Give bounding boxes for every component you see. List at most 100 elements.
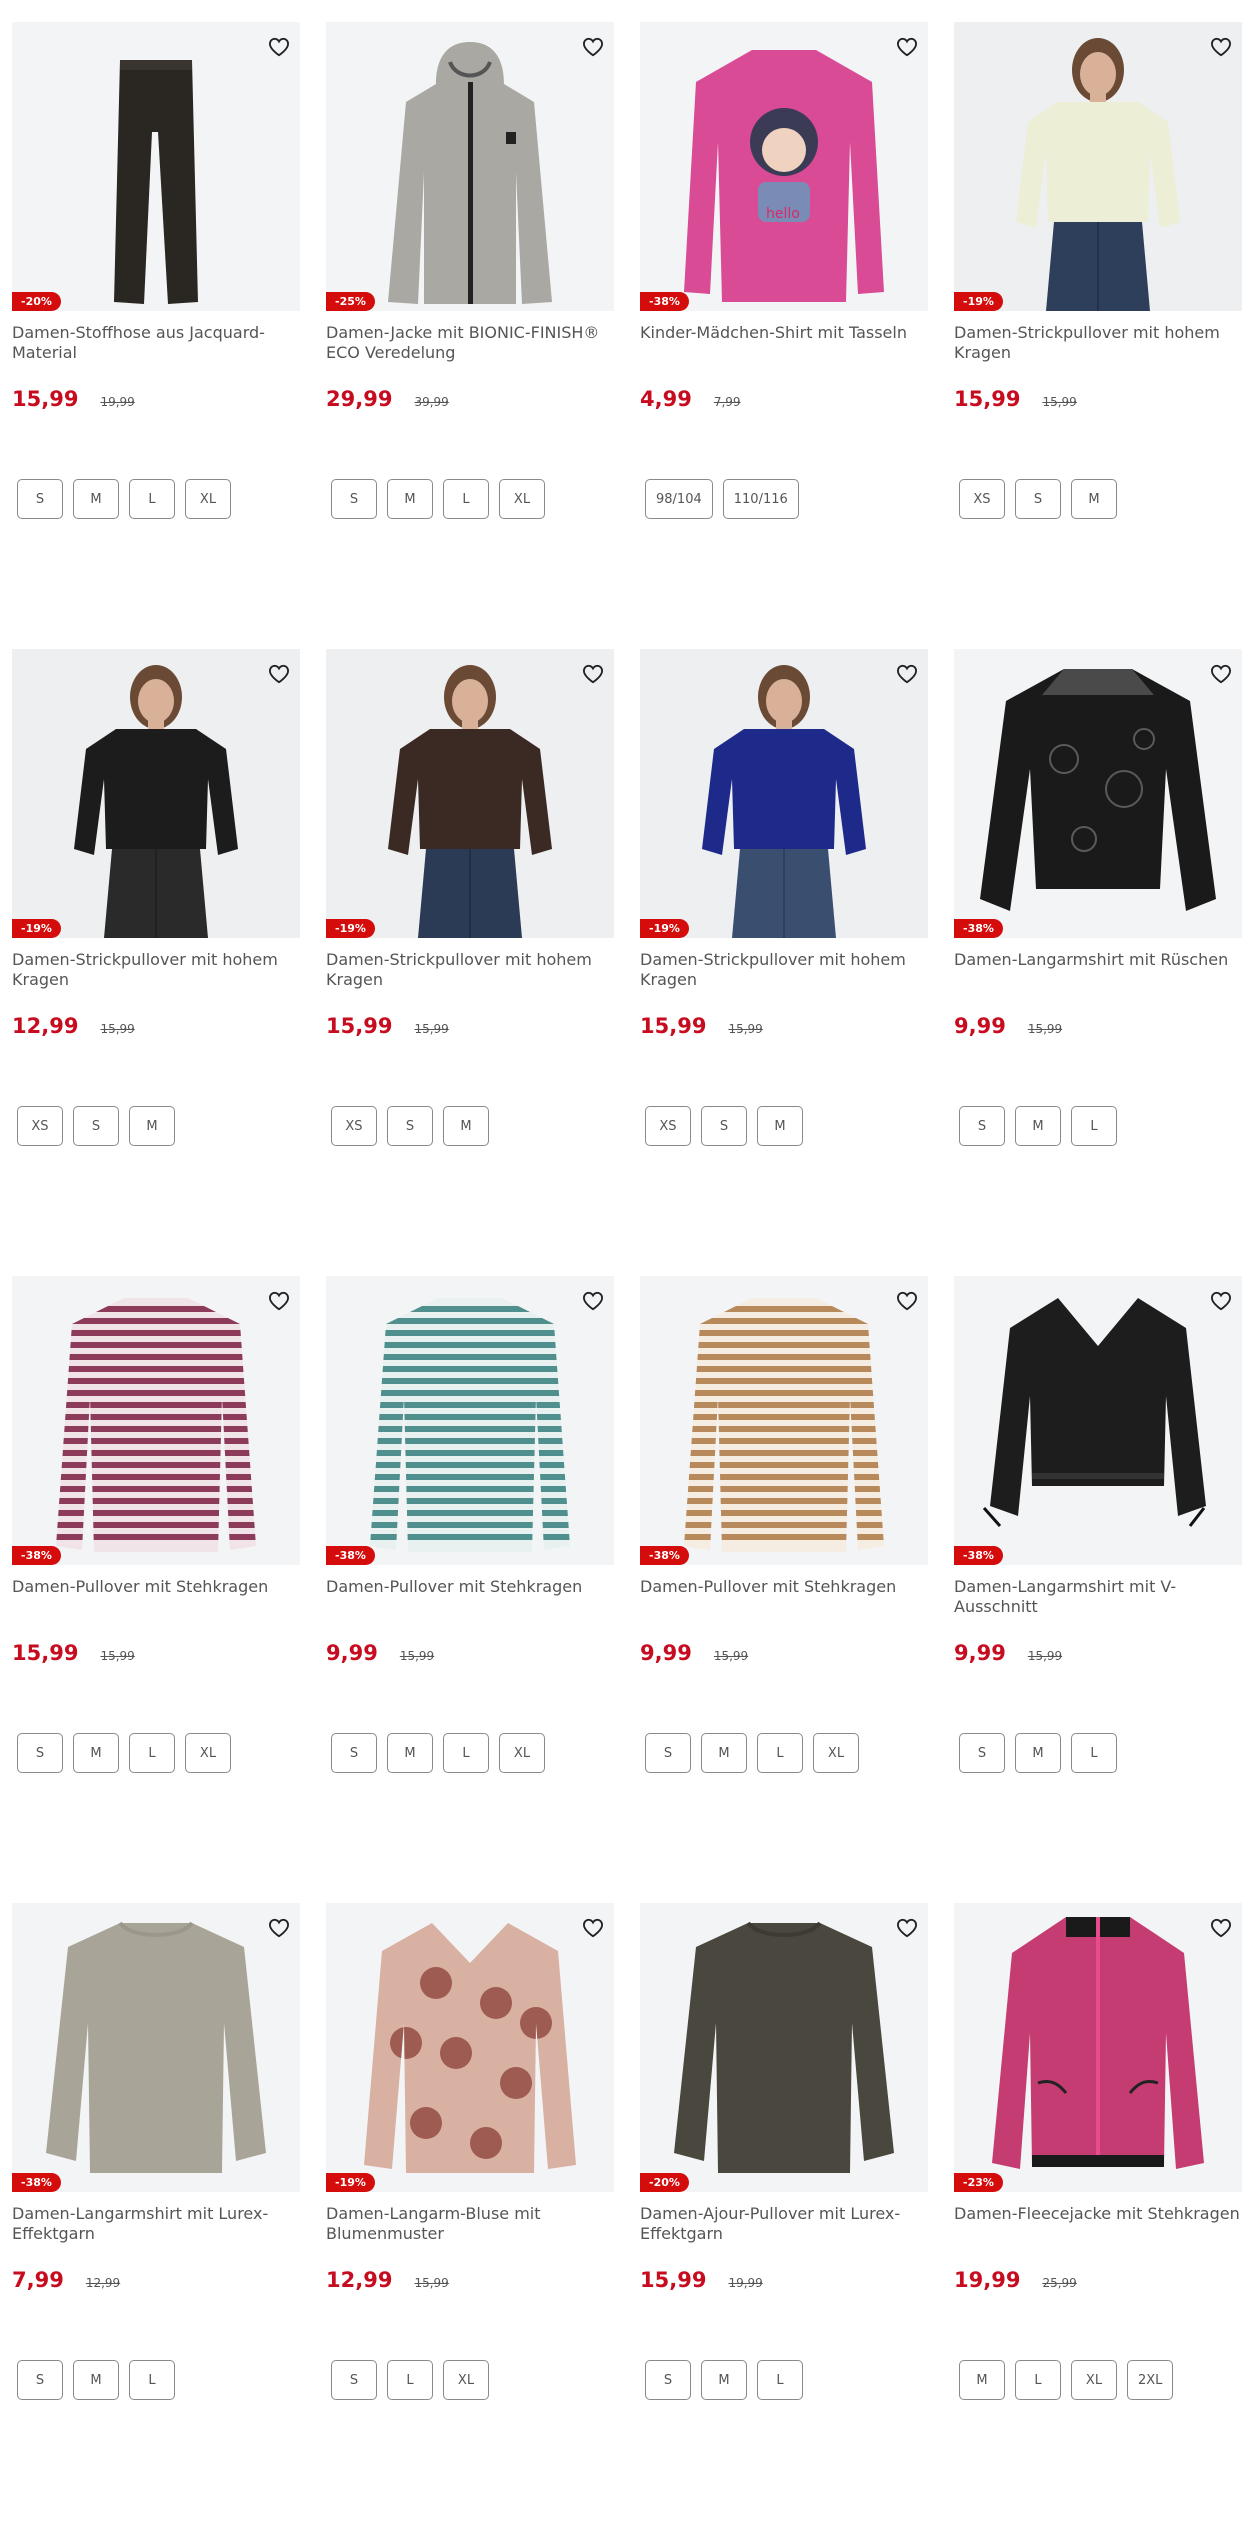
- product-card[interactable]: hello -38% Kinder-Mädchen-Shirt mit Tass…: [640, 22, 928, 649]
- product-image[interactable]: -19%: [12, 649, 300, 938]
- size-option[interactable]: XL: [1071, 2360, 1117, 2400]
- size-option[interactable]: M: [73, 479, 119, 519]
- product-title[interactable]: Damen-Stoffhose aus Jacquard-Material: [12, 323, 300, 383]
- heart-icon[interactable]: [580, 34, 606, 60]
- size-option[interactable]: S: [959, 1733, 1005, 1773]
- product-card[interactable]: -25% Damen-Jacke mit BIONIC-FINISH® ECO …: [326, 22, 614, 649]
- product-title[interactable]: Damen-Strickpullover mit hohem Kragen: [12, 950, 300, 1010]
- size-option[interactable]: L: [757, 1733, 803, 1773]
- product-image[interactable]: -19%: [954, 22, 1242, 311]
- size-option[interactable]: XL: [185, 1733, 231, 1773]
- size-option[interactable]: M: [701, 2360, 747, 2400]
- size-option[interactable]: L: [757, 2360, 803, 2400]
- heart-icon[interactable]: [266, 1915, 292, 1941]
- product-image[interactable]: -25%: [326, 22, 614, 311]
- size-option[interactable]: S: [387, 1106, 433, 1146]
- product-image[interactable]: -19%: [326, 649, 614, 938]
- size-option[interactable]: S: [73, 1106, 119, 1146]
- size-option[interactable]: S: [331, 2360, 377, 2400]
- product-image[interactable]: -20%: [12, 22, 300, 311]
- size-option[interactable]: M: [1071, 479, 1117, 519]
- size-option[interactable]: S: [1015, 479, 1061, 519]
- heart-icon[interactable]: [580, 1915, 606, 1941]
- size-option[interactable]: XL: [499, 1733, 545, 1773]
- size-option[interactable]: S: [331, 1733, 377, 1773]
- size-option[interactable]: L: [129, 2360, 175, 2400]
- product-card[interactable]: -20% Damen-Ajour-Pullover mit Lurex-Effe…: [640, 1903, 928, 2530]
- product-card[interactable]: -19% Damen-Strickpullover mit hohem Krag…: [954, 22, 1242, 649]
- heart-icon[interactable]: [894, 34, 920, 60]
- size-option[interactable]: M: [757, 1106, 803, 1146]
- product-card[interactable]: -19% Damen-Strickpullover mit hohem Krag…: [12, 649, 300, 1276]
- heart-icon[interactable]: [894, 1915, 920, 1941]
- size-option[interactable]: L: [443, 1733, 489, 1773]
- size-option[interactable]: XL: [443, 2360, 489, 2400]
- heart-icon[interactable]: [580, 661, 606, 687]
- heart-icon[interactable]: [266, 661, 292, 687]
- heart-icon[interactable]: [266, 1288, 292, 1314]
- product-card[interactable]: -19% Damen-Langarm-Bluse mit Blumenmuste…: [326, 1903, 614, 2530]
- product-card[interactable]: -38% Damen-Pullover mit Stehkragen 9,99 …: [640, 1276, 928, 1903]
- product-card[interactable]: -38% Damen-Langarmshirt mit Rüschen 9,99…: [954, 649, 1242, 1276]
- heart-icon[interactable]: [1208, 34, 1234, 60]
- size-option[interactable]: L: [387, 2360, 433, 2400]
- size-option[interactable]: S: [701, 1106, 747, 1146]
- size-option[interactable]: M: [73, 1733, 119, 1773]
- product-title[interactable]: Damen-Langarmshirt mit Rüschen: [954, 950, 1242, 1010]
- product-title[interactable]: Damen-Langarm-Bluse mit Blumenmuster: [326, 2204, 614, 2264]
- product-title[interactable]: Kinder-Mädchen-Shirt mit Tasseln: [640, 323, 928, 383]
- product-card[interactable]: -23% Damen-Fleecejacke mit Stehkragen 19…: [954, 1903, 1242, 2530]
- size-option[interactable]: S: [17, 479, 63, 519]
- product-image[interactable]: -38%: [640, 1276, 928, 1565]
- size-option[interactable]: L: [1071, 1106, 1117, 1146]
- size-option[interactable]: L: [129, 479, 175, 519]
- size-option[interactable]: L: [1071, 1733, 1117, 1773]
- size-option[interactable]: XL: [185, 479, 231, 519]
- size-option[interactable]: 2XL: [1127, 2360, 1174, 2400]
- size-option[interactable]: XS: [17, 1106, 63, 1146]
- size-option[interactable]: 98/104: [645, 479, 713, 519]
- size-option[interactable]: S: [959, 1106, 1005, 1146]
- product-title[interactable]: Damen-Pullover mit Stehkragen: [326, 1577, 614, 1637]
- size-option[interactable]: 110/116: [722, 479, 799, 519]
- product-card[interactable]: -38% Damen-Langarmshirt mit V-Ausschnitt…: [954, 1276, 1242, 1903]
- size-option[interactable]: M: [73, 2360, 119, 2400]
- size-option[interactable]: M: [1015, 1106, 1061, 1146]
- size-option[interactable]: M: [129, 1106, 175, 1146]
- product-card[interactable]: -20% Damen-Stoffhose aus Jacquard-Materi…: [12, 22, 300, 649]
- product-title[interactable]: Damen-Strickpullover mit hohem Kragen: [326, 950, 614, 1010]
- size-option[interactable]: XS: [645, 1106, 691, 1146]
- product-title[interactable]: Damen-Jacke mit BIONIC-FINISH® ECO Vered…: [326, 323, 614, 383]
- size-option[interactable]: M: [1015, 1733, 1061, 1773]
- product-card[interactable]: -19% Damen-Strickpullover mit hohem Krag…: [326, 649, 614, 1276]
- product-image[interactable]: -23%: [954, 1903, 1242, 2192]
- product-image[interactable]: -19%: [640, 649, 928, 938]
- size-option[interactable]: S: [645, 1733, 691, 1773]
- size-option[interactable]: XL: [813, 1733, 859, 1773]
- heart-icon[interactable]: [1208, 661, 1234, 687]
- product-title[interactable]: Damen-Strickpullover mit hohem Kragen: [954, 323, 1242, 383]
- product-image[interactable]: -38%: [954, 1276, 1242, 1565]
- size-option[interactable]: S: [17, 1733, 63, 1773]
- size-option[interactable]: S: [331, 479, 377, 519]
- product-card[interactable]: -38% Damen-Pullover mit Stehkragen 9,99 …: [326, 1276, 614, 1903]
- product-title[interactable]: Damen-Fleecejacke mit Stehkragen: [954, 2204, 1242, 2264]
- size-option[interactable]: M: [701, 1733, 747, 1773]
- size-option[interactable]: XL: [499, 479, 545, 519]
- size-option[interactable]: M: [443, 1106, 489, 1146]
- product-title[interactable]: Damen-Strickpullover mit hohem Kragen: [640, 950, 928, 1010]
- size-option[interactable]: S: [645, 2360, 691, 2400]
- size-option[interactable]: M: [387, 479, 433, 519]
- size-option[interactable]: L: [1015, 2360, 1061, 2400]
- size-option[interactable]: S: [17, 2360, 63, 2400]
- size-option[interactable]: M: [959, 2360, 1005, 2400]
- heart-icon[interactable]: [266, 34, 292, 60]
- product-title[interactable]: Damen-Pullover mit Stehkragen: [12, 1577, 300, 1637]
- product-image[interactable]: -38%: [12, 1903, 300, 2192]
- heart-icon[interactable]: [894, 661, 920, 687]
- heart-icon[interactable]: [1208, 1915, 1234, 1941]
- product-image[interactable]: -38%: [326, 1276, 614, 1565]
- heart-icon[interactable]: [894, 1288, 920, 1314]
- heart-icon[interactable]: [580, 1288, 606, 1314]
- size-option[interactable]: L: [443, 479, 489, 519]
